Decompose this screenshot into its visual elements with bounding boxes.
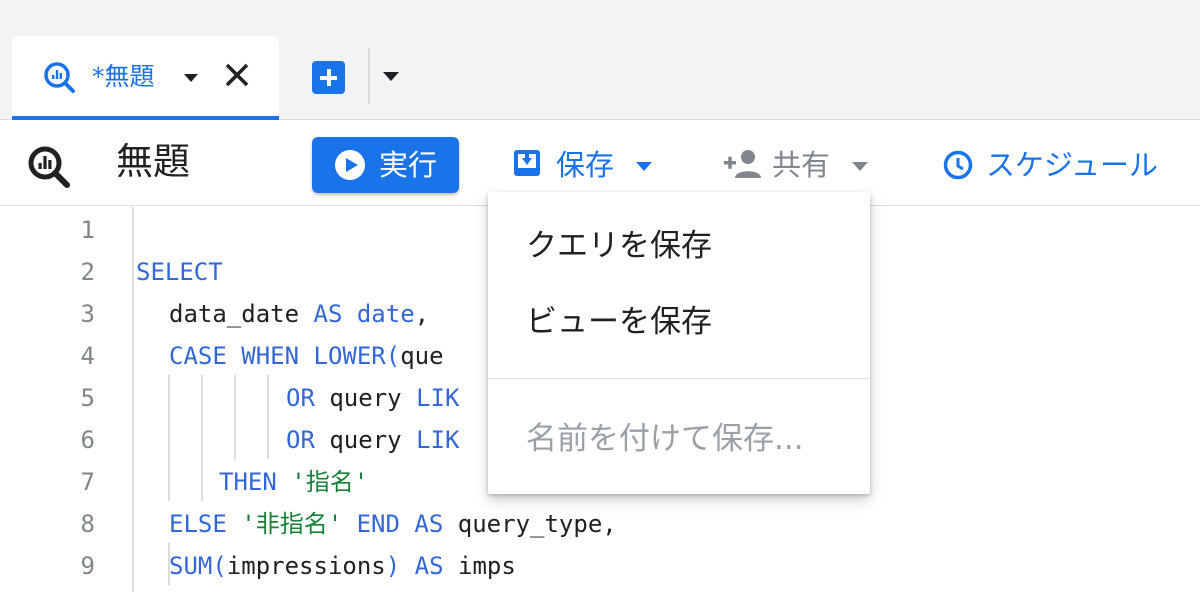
code-token: imps [443,552,516,580]
code-line: 9 SUM(impressions) AS imps [0,545,1200,587]
code-text: OR query LIK [286,377,459,419]
line-number: 4 [80,342,95,370]
line-number: 5 [80,384,95,412]
tab-untitled-query[interactable]: *無題 [12,36,279,120]
code-token: SUM( [169,552,227,580]
line-number: 2 [80,258,95,286]
menu-item-save-query[interactable]: クエリを保存 [488,208,870,284]
code-token: SELECT [136,258,223,286]
add-person-icon [724,150,761,178]
line-number: 7 [80,468,95,496]
close-icon[interactable] [222,60,252,90]
code-token: CASE [169,342,227,370]
code-token: END [356,510,400,538]
new-tab-menu-caret-icon[interactable] [383,72,399,81]
share-button[interactable]: 共有 [720,137,880,193]
line-number: 3 [80,300,95,328]
code-text: CASE WHEN LOWER(que [169,335,444,377]
menu-item-save-view[interactable]: ビューを保存 [488,284,870,360]
tab-title: *無題 [92,62,155,91]
schedule-button[interactable]: スケジュール [938,137,1178,193]
save-dropdown-menu: クエリを保存 ビューを保存 名前を付けて保存... [488,192,870,494]
menu-divider [488,378,870,379]
code-text: SELECT [136,251,223,293]
line-number: 1 [80,216,95,244]
save-button[interactable]: 保存 [508,137,664,193]
share-caret-down-icon [852,162,868,171]
code-text: data_date AS date, [169,293,429,335]
run-button-label: 実行 [379,148,438,182]
save-caret-down-icon [636,162,652,171]
run-button[interactable]: 実行 [312,137,459,193]
code-token: , [414,300,430,328]
code-token: AS [414,552,444,580]
schedule-button-label: スケジュール [986,148,1158,182]
code-token: AS [414,510,444,538]
save-download-icon [514,150,540,176]
code-text: ELSE '非指名' END AS query_type, [169,503,617,545]
code-token: impressions [226,552,386,580]
code-token: OR [286,426,315,454]
query-icon [28,146,70,188]
code-line: 8 ELSE '非指名' END AS query_type, [0,503,1200,545]
play-circle-icon [335,150,365,180]
menu-item-save-as: 名前を付けて保存... [526,421,804,457]
share-button-label: 共有 [772,148,831,182]
code-token: '非指名' [241,510,343,538]
code-text: THEN '指名' [219,461,368,503]
code-token: '指名' [291,468,369,496]
tab-divider [368,48,370,104]
code-text: OR query LIK [286,419,459,461]
code-token: query [314,426,417,454]
line-number: 6 [80,426,95,454]
code-token: LIK [416,426,460,454]
new-tab-plus-icon[interactable] [312,61,345,94]
line-number: 8 [80,510,95,538]
query-icon [44,62,75,93]
tab-strip: *無題 [0,0,1200,120]
line-number: 9 [80,552,95,580]
save-button-label: 保存 [556,148,615,182]
code-token: ELSE [169,510,227,538]
code-token: AS [313,300,343,328]
clock-icon [943,150,973,180]
code-token: LOWER( [313,342,401,370]
code-token: WHEN [241,342,300,370]
code-token: date [356,300,415,328]
code-token: query_type, [443,510,617,538]
code-token: LIK [416,384,460,412]
query-title: 無題 [116,140,190,183]
tab-menu-caret-icon[interactable] [184,74,198,82]
code-token: que [400,342,444,370]
code-token: THEN [219,468,277,496]
code-text: SUM(impressions) AS imps [169,545,516,587]
code-token: query [314,384,417,412]
code-token: ) [385,552,401,580]
code-token: OR [286,384,315,412]
code-token: data_date [169,300,314,328]
